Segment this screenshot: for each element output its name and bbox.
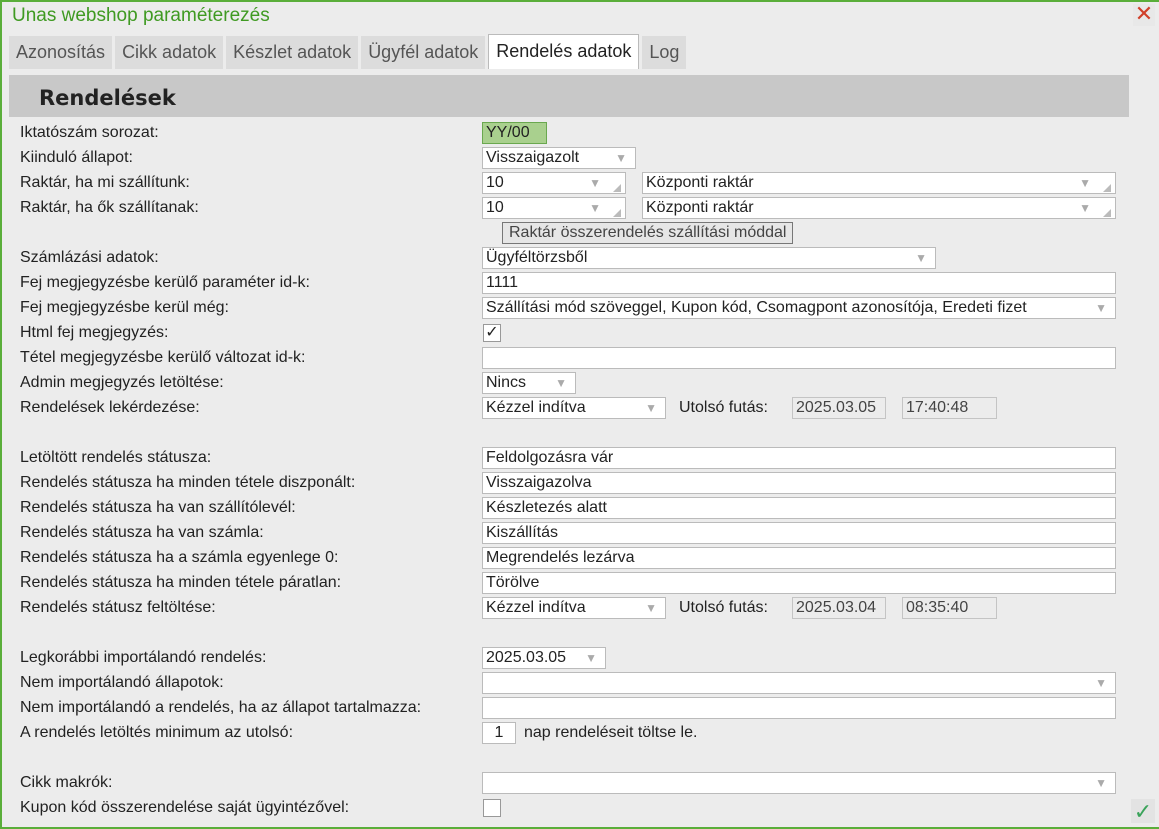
nem-tartalmaz-input[interactable] <box>482 697 1116 719</box>
check-icon[interactable]: ✓ <box>1131 799 1155 824</box>
fej-param-input[interactable]: 1111 <box>482 272 1116 294</box>
label-tetel: Tétel megjegyzésbe kerülő változat id-k: <box>20 349 306 366</box>
raktar-osszerendeles-button[interactable]: Raktár összerendelés szállítási móddal <box>502 222 794 244</box>
label-lekerdezes: Rendelések lekérdezése: <box>20 399 200 416</box>
label-szallitolevel: Rendelés státusza ha van szállítólevél: <box>20 499 296 516</box>
szamla-input[interactable]: Kiszállítás <box>482 522 1116 544</box>
raktar-mi-nev-value: Központi raktár <box>646 174 754 191</box>
label-raktar-mi: Raktár, ha mi szállítunk: <box>20 174 190 191</box>
label-utolso-futas: Utolsó futás: <box>679 399 768 416</box>
label-admin: Admin megjegyzés letöltése: <box>20 374 224 391</box>
chevron-down-icon: ▼ <box>1079 201 1091 215</box>
label-paratlan: Rendelés státusza ha minden tétele párat… <box>20 574 342 591</box>
lekerdezes-value: Kézzel indítva <box>486 399 586 416</box>
label-feltoltes: Rendelés státusz feltöltése: <box>20 599 216 616</box>
label-fej-param: Fej megjegyzésbe kerülő paraméter id-k: <box>20 274 310 291</box>
legkorabbi-value: 2025.03.05 <box>486 649 567 666</box>
chevron-down-icon: ▼ <box>645 601 657 615</box>
cikk-makrok-select[interactable]: ▼ <box>482 772 1116 794</box>
tetel-input[interactable] <box>482 347 1116 369</box>
szallitolevel-input[interactable]: Készletezés alatt <box>482 497 1116 519</box>
label-iktato: Iktatószám sorozat: <box>20 124 159 141</box>
chevron-down-icon: ▼ <box>1095 676 1107 690</box>
szamlazasi-select[interactable]: Ügyféltörzsből ▼ <box>482 247 936 269</box>
chevron-down-icon: ▼ <box>555 376 567 390</box>
nem-allapot-select[interactable]: ▼ <box>482 672 1116 694</box>
diszponalt-input[interactable]: Visszaigazolva <box>482 472 1116 494</box>
lekerdezes-ido: 17:40:48 <box>902 397 997 419</box>
raktar-mi-nev-select[interactable]: Központi raktár ▼ <box>642 172 1116 194</box>
label-diszponalt: Rendelés státusza ha minden tétele diszp… <box>20 474 356 491</box>
label-nem-tartalmaz: Nem importálandó a rendelés, ha az állap… <box>20 699 422 716</box>
label-kiindulo: Kiinduló állapot: <box>20 149 133 166</box>
label-legkorabbi: Legkorábbi importálandó rendelés: <box>20 649 267 666</box>
egyenleg-input[interactable]: Megrendelés lezárva <box>482 547 1116 569</box>
letoltott-input[interactable]: Feldolgozásra vár <box>482 447 1116 469</box>
label-fej-meg: Fej megjegyzésbe kerül még: <box>20 299 229 316</box>
raktar-ok-kod-value: 10 <box>486 199 504 216</box>
lekerdezes-datum: 2025.03.05 <box>792 397 886 419</box>
label-egyenleg: Rendelés státusza ha a számla egyenlege … <box>20 549 339 566</box>
label-letoltott: Letöltött rendelés státusza: <box>20 449 212 466</box>
close-icon[interactable]: ✕ <box>1133 3 1155 26</box>
label-szamlazasi: Számlázási adatok: <box>20 249 159 266</box>
label-nem-allapot: Nem importálandó állapotok: <box>20 674 224 691</box>
raktar-mi-kod-value: 10 <box>486 174 504 191</box>
tab-cikk-adatok[interactable]: Cikk adatok <box>115 36 224 69</box>
tab-rendeles-adatok[interactable]: Rendelés adatok <box>488 34 640 69</box>
fej-meg-select[interactable]: Szállítási mód szöveggel, Kupon kód, Cso… <box>482 297 1116 319</box>
resize-handle-icon[interactable] <box>613 209 621 217</box>
raktar-ok-nev-value: Központi raktár <box>646 199 754 216</box>
iktato-input[interactable]: YY/00 <box>482 122 547 144</box>
tab-bar: Azonosítás Cikk adatok Készlet adatok Üg… <box>9 34 687 69</box>
raktar-mi-kod-select[interactable]: 10 ▼ <box>482 172 626 194</box>
resize-handle-icon[interactable] <box>1103 184 1111 192</box>
chevron-down-icon: ▼ <box>915 251 927 265</box>
chevron-down-icon: ▼ <box>1095 776 1107 790</box>
kiindulo-select[interactable]: Visszaigazolt ▼ <box>482 147 636 169</box>
tab-log[interactable]: Log <box>642 36 687 69</box>
fej-meg-value: Szállítási mód szöveggel, Kupon kód, Cso… <box>486 299 1027 316</box>
chevron-down-icon: ▼ <box>1089 298 1107 318</box>
raktar-ok-kod-select[interactable]: 10 ▼ <box>482 197 626 219</box>
resize-handle-icon[interactable] <box>613 184 621 192</box>
paratlan-input[interactable]: Törölve <box>482 572 1116 594</box>
chevron-down-icon: ▼ <box>1079 176 1091 190</box>
feltoltes-ido: 08:35:40 <box>902 597 997 619</box>
chevron-down-icon: ▼ <box>589 176 601 190</box>
chevron-down-icon: ▼ <box>615 151 627 165</box>
label-minimum: A rendelés letöltés minimum az utolsó: <box>20 724 294 741</box>
raktar-ok-nev-select[interactable]: Központi raktár ▼ <box>642 197 1116 219</box>
nap-suffix: nap rendeléseit töltse le. <box>524 724 698 741</box>
chevron-down-icon: ▼ <box>585 651 597 665</box>
feltoltes-select[interactable]: Kézzel indítva ▼ <box>482 597 666 619</box>
label-html-fej: Html fej megjegyzés: <box>20 324 169 341</box>
section-title: Rendelések <box>9 75 1129 117</box>
label-cikk-makrok: Cikk makrók: <box>20 774 113 791</box>
window-title: Unas webshop paraméterezés <box>12 5 270 26</box>
lekerdezes-select[interactable]: Kézzel indítva ▼ <box>482 397 666 419</box>
admin-value: Nincs <box>486 374 527 391</box>
chevron-down-icon: ▼ <box>589 201 601 215</box>
minimum-input[interactable]: 1 <box>482 722 516 744</box>
label-raktar-ok: Raktár, ha ők szállítanak: <box>20 199 199 216</box>
label-utolso-futas-2: Utolsó futás: <box>679 599 768 616</box>
resize-handle-icon[interactable] <box>1103 209 1111 217</box>
label-szamla: Rendelés státusza ha van számla: <box>20 524 264 541</box>
tab-keszlet-adatok[interactable]: Készlet adatok <box>226 36 359 69</box>
tab-ugyfel-adatok[interactable]: Ügyfél adatok <box>361 36 486 69</box>
kupon-checkbox[interactable] <box>483 799 501 817</box>
html-fej-checkbox[interactable]: ✓ <box>483 324 501 342</box>
legkorabbi-date-select[interactable]: 2025.03.05 ▼ <box>482 647 606 669</box>
tab-azonositas[interactable]: Azonosítás <box>9 36 113 69</box>
admin-select[interactable]: Nincs ▼ <box>482 372 576 394</box>
kiindulo-value: Visszaigazolt <box>486 149 580 166</box>
feltoltes-value: Kézzel indítva <box>486 599 586 616</box>
szamlazasi-value: Ügyféltörzsből <box>486 249 588 266</box>
feltoltes-datum: 2025.03.04 <box>792 597 886 619</box>
chevron-down-icon: ▼ <box>645 401 657 415</box>
label-kupon: Kupon kód összerendelése saját ügyintéző… <box>20 799 350 816</box>
